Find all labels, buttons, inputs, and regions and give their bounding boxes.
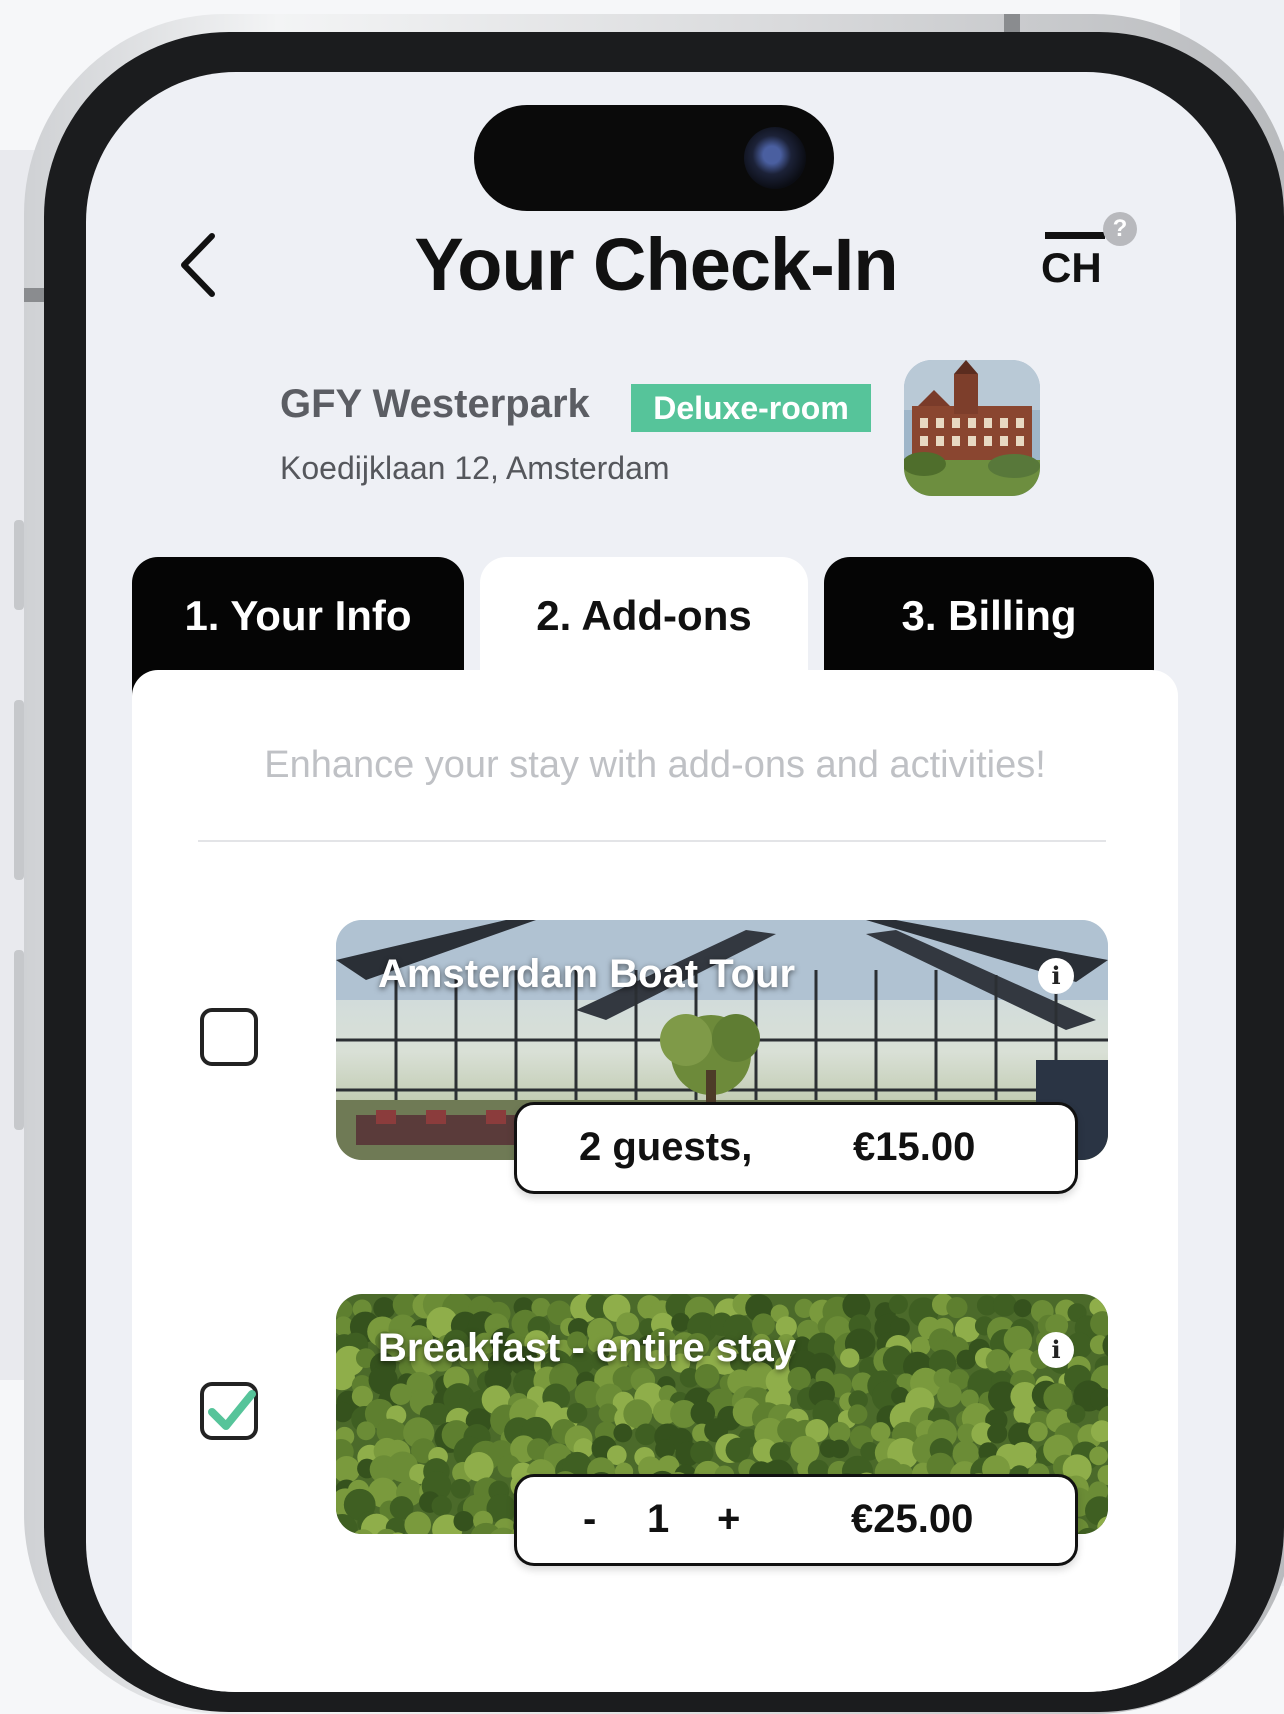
room-type-badge: Deluxe-room — [631, 384, 871, 432]
brand-logo-text: CH — [1041, 244, 1102, 292]
dynamic-island — [474, 105, 834, 211]
back-button[interactable] — [176, 230, 224, 300]
breakfast-info-icon[interactable]: i — [1038, 1332, 1074, 1368]
add-ons-subtitle: Enhance your stay with add-ons and activ… — [132, 744, 1178, 787]
hotel-address: Koedijklaan 12, Amsterdam — [280, 450, 670, 487]
hotel-name: GFY Westerpark — [280, 382, 590, 427]
phone-antenna-line-left — [24, 288, 46, 302]
page-title: Your Check-In — [336, 222, 976, 307]
divider — [198, 840, 1106, 842]
boat-tour-checkbox[interactable] — [200, 1008, 258, 1066]
hotel-photo — [904, 360, 1040, 496]
quantity-increase-button[interactable]: + — [717, 1497, 740, 1542]
boat-tour-price: €15.00 — [853, 1125, 975, 1170]
brand-logo[interactable]: CH ? — [1041, 232, 1121, 292]
checkmark-icon — [206, 1386, 256, 1436]
breakfast-price: €25.00 — [851, 1497, 973, 1542]
breakfast-checkbox[interactable] — [200, 1382, 258, 1440]
help-icon[interactable]: ? — [1103, 212, 1137, 246]
boat-tour-title: Amsterdam Boat Tour — [378, 952, 795, 997]
camera-lens — [744, 127, 806, 189]
phone-volume-up — [14, 700, 24, 880]
quantity-value: 1 — [647, 1497, 669, 1542]
breakfast-price-pill: - 1 + €25.00 — [514, 1474, 1078, 1566]
brand-logo-bar — [1045, 232, 1105, 239]
chevron-left-icon — [176, 230, 224, 300]
phone-screen: Your Check-In CH ? GFY Westerpark Deluxe… — [86, 72, 1236, 1692]
breakfast-title: Breakfast - entire stay — [378, 1326, 796, 1371]
phone-side-button — [14, 520, 24, 610]
boat-tour-price-pill: 2 guests, €15.00 — [514, 1102, 1078, 1194]
quantity-decrease-button[interactable]: - — [583, 1497, 596, 1542]
phone-volume-down — [14, 950, 24, 1130]
boat-tour-info-icon[interactable]: i — [1038, 958, 1074, 994]
boat-tour-guests: 2 guests, — [579, 1125, 752, 1170]
